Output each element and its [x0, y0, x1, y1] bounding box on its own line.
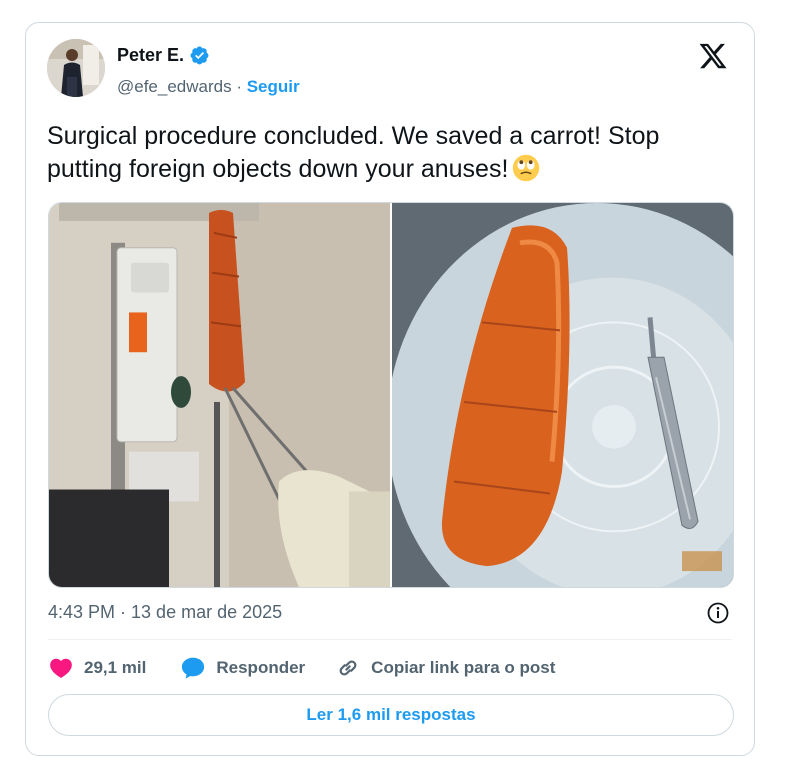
info-icon[interactable] — [706, 601, 730, 625]
speech-bubble-icon — [182, 657, 205, 679]
copy-link-button[interactable]: Copiar link para o post — [335, 655, 555, 681]
link-icon — [339, 660, 357, 676]
handle-separator: · — [231, 77, 247, 96]
tweet-text: Surgical procedure concluded. We saved a… — [47, 120, 727, 186]
reply-label: Responder — [216, 658, 306, 677]
reply-button[interactable]: Responder — [180, 655, 305, 681]
copy-link-label: Copiar link para o post — [371, 658, 556, 677]
follow-button[interactable]: Seguir — [247, 77, 300, 96]
author-name-row: Peter E. — [117, 45, 210, 66]
carrot-forceps-image — [49, 203, 390, 587]
x-logo-icon[interactable] — [698, 41, 728, 71]
like-button[interactable]: 29,1 mil — [48, 655, 146, 681]
tweet-card: Peter E. @efe_edwards · Seguir Surgical … — [25, 22, 755, 756]
rolling-eyes-emoji-icon — [513, 154, 540, 182]
photo-carrot-scalpel[interactable] — [392, 203, 733, 587]
tweet-actions: 29,1 mil Responder Copiar link para o po… — [48, 653, 555, 683]
tweet-body: Surgical procedure concluded. We saved a… — [47, 122, 660, 183]
tweet-timestamp[interactable]: 4:43 PM · 13 de mar de 2025 — [48, 602, 282, 623]
author-handle[interactable]: @efe_edwards — [117, 77, 232, 96]
carrot-scalpel-image — [392, 203, 733, 587]
author-handle-row: @efe_edwards · Seguir — [117, 77, 300, 97]
tweet-media[interactable] — [48, 202, 734, 588]
verified-badge-icon — [190, 46, 209, 65]
read-replies-button[interactable]: Ler 1,6 mil respostas — [48, 694, 734, 736]
heart-icon — [50, 658, 72, 678]
like-count: 29,1 mil — [84, 658, 147, 677]
divider — [48, 639, 732, 640]
avatar[interactable] — [47, 39, 105, 97]
photo-carrot-forceps[interactable] — [49, 203, 390, 587]
author-display-name[interactable]: Peter E. — [117, 45, 184, 66]
